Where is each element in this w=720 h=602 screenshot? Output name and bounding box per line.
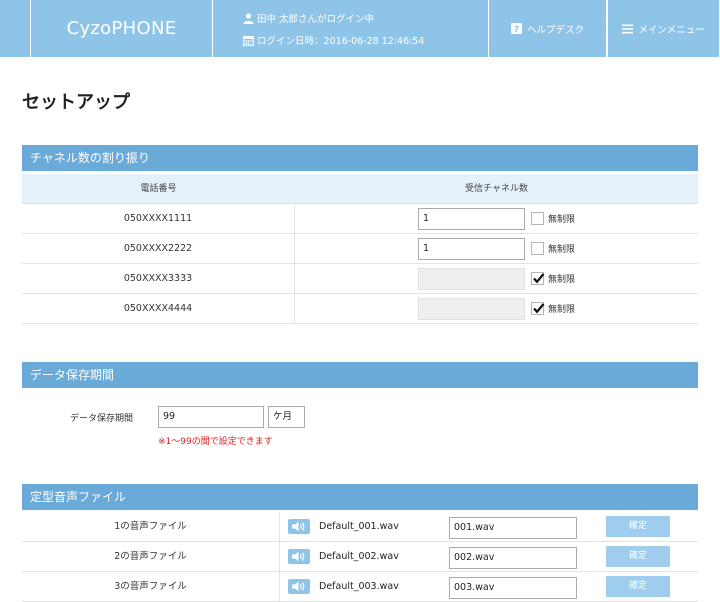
confirm-button[interactable]: 確定 xyxy=(606,576,670,597)
unlimited-option[interactable]: 無制限 xyxy=(531,272,575,285)
channel-cell: 無制限 xyxy=(295,264,698,293)
logo[interactable]: CyzoPHONE xyxy=(67,18,177,39)
table-row: 050XXXX1111 1 無制限 xyxy=(22,204,698,234)
unlimited-option[interactable]: 無制限 xyxy=(531,242,575,255)
top-header: CyzoPHONE 田中 太郎さんがログイン中 ログイン日時：2016-06-2… xyxy=(0,0,720,57)
section-retention-title: データ保存期間 xyxy=(22,362,698,388)
audio-file-input[interactable]: 001.wav xyxy=(449,517,577,539)
channel-count-input xyxy=(418,268,525,290)
audio-file-label: 2の音声ファイル xyxy=(22,542,280,572)
unlimited-checkbox[interactable] xyxy=(531,302,545,315)
channel-table: 電話番号 受信チャネル数 050XXXX1111 1 無制限 050XXXX22… xyxy=(22,174,698,324)
unlimited-checkbox[interactable] xyxy=(531,242,544,255)
section-channels-title: チャネル数の割り振り xyxy=(22,145,698,171)
phone-number: 050XXXX1111 xyxy=(22,204,295,233)
col-receive-channels: 受信チャネル数 xyxy=(465,184,528,194)
speaker-icon xyxy=(292,521,305,532)
helpdesk-label[interactable]: ヘルプデスク xyxy=(527,22,584,36)
checkmark-icon xyxy=(533,273,545,284)
unlimited-option[interactable]: 無制限 xyxy=(531,302,575,315)
play-audio-button[interactable] xyxy=(288,579,310,594)
retention-range-note: ※1～99の間で設定できます xyxy=(158,437,273,447)
col-phone-number: 電話番号 xyxy=(140,184,177,194)
play-audio-button[interactable] xyxy=(288,519,310,534)
channel-count-input[interactable]: 1 xyxy=(418,208,525,230)
unlimited-checkbox[interactable] xyxy=(531,272,545,285)
login-time-text: ログイン日時：2016-06-28 12:46:54 xyxy=(257,36,425,47)
unlimited-label[interactable]: 無制限 xyxy=(548,212,575,225)
table-row: 050XXXX3333 無制限 xyxy=(22,264,698,294)
question-icon: ? xyxy=(510,23,522,34)
table-row: 2の音声ファイル Default_002.wav 002.wav 確定 xyxy=(22,542,698,572)
phone-number: 050XXXX2222 xyxy=(22,234,295,263)
default-file-name: Default_002.wav xyxy=(319,551,399,562)
unlimited-label[interactable]: 無制限 xyxy=(548,242,575,255)
table-row: 050XXXX4444 無制限 xyxy=(22,294,698,324)
table-row: 1の音声ファイル Default_001.wav 001.wav 確定 xyxy=(22,512,698,542)
channel-cell: 無制限 xyxy=(295,294,698,323)
audio-file-label: 1の音声ファイル xyxy=(22,512,280,542)
channel-count-input[interactable]: 1 xyxy=(418,238,525,260)
retention-label: データ保存期間 xyxy=(70,414,134,424)
user-icon xyxy=(243,12,254,24)
unlimited-checkbox[interactable] xyxy=(531,212,544,225)
default-file-name: Default_003.wav xyxy=(319,581,399,592)
speaker-icon xyxy=(292,581,305,592)
audio-file-input[interactable]: 003.wav xyxy=(449,577,577,599)
channel-table-header: 電話番号 受信チャネル数 xyxy=(22,174,698,204)
checkmark-icon xyxy=(533,303,545,314)
user-info: 田中 太郎さんがログイン中 ログイン日時：2016-06-28 12:46:54 xyxy=(213,0,489,57)
channel-count-input xyxy=(418,298,525,320)
channel-cell: 1 無制限 xyxy=(295,204,698,233)
channel-cell: 1 無制限 xyxy=(295,234,698,263)
logged-in-user: 田中 太郎さんがログイン中 xyxy=(243,11,374,25)
unlimited-option[interactable]: 無制限 xyxy=(531,212,575,225)
audio-file-input[interactable]: 002.wav xyxy=(449,547,577,569)
main-menu-button[interactable]: メインメニュー xyxy=(607,0,720,57)
hamburger-menu-icon xyxy=(622,24,634,33)
phone-number: 050XXXX4444 xyxy=(22,294,295,323)
default-file-name: Default_001.wav xyxy=(319,521,399,532)
logo-area[interactable]: CyzoPHONE xyxy=(30,0,213,57)
confirm-button[interactable]: 確定 xyxy=(606,546,670,567)
login-datetime: ログイン日時：2016-06-28 12:46:54 xyxy=(243,33,424,47)
retention-months-input[interactable]: 99 xyxy=(158,406,264,428)
unlimited-label[interactable]: 無制限 xyxy=(548,302,575,315)
svg-text:?: ? xyxy=(514,25,519,34)
retention-unit-field[interactable]: ケ月 xyxy=(268,406,305,428)
unlimited-label[interactable]: 無制限 xyxy=(548,272,575,285)
audio-file-label: 3の音声ファイル xyxy=(22,572,280,602)
table-row: 050XXXX2222 1 無制限 xyxy=(22,234,698,264)
table-row: 3の音声ファイル Default_003.wav 003.wav 確定 xyxy=(22,572,698,602)
speaker-icon xyxy=(292,551,305,562)
play-audio-button[interactable] xyxy=(288,549,310,564)
main-menu-label[interactable]: メインメニュー xyxy=(638,22,704,36)
phone-number: 050XXXX3333 xyxy=(22,264,295,293)
audio-file-table: 1の音声ファイル Default_001.wav 001.wav 確定 2の音声… xyxy=(22,512,698,602)
section-audio-title: 定型音声ファイル xyxy=(22,484,698,510)
confirm-button[interactable]: 確定 xyxy=(606,516,670,537)
page-title: セットアップ xyxy=(22,92,130,113)
user-name-text: 田中 太郎さんがログイン中 xyxy=(257,14,375,25)
helpdesk-button[interactable]: ? ヘルプデスク xyxy=(489,0,607,57)
calendar-icon xyxy=(243,35,254,46)
